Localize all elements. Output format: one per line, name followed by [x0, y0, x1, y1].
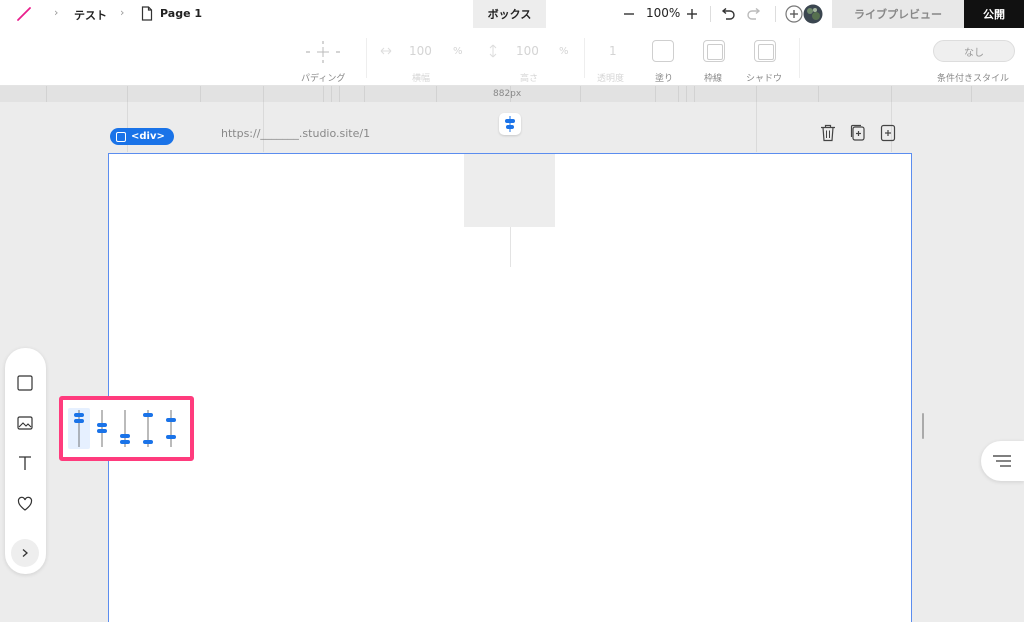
padding-label: パディング [301, 74, 346, 84]
divider [799, 38, 800, 78]
property-toolbar: パディング 100 % 横幅 100 % 高さ 1 透明度 塗り 枠線 シャドウ… [0, 28, 1024, 86]
width-label: 横幅 [412, 74, 431, 84]
align-middle-icon [97, 410, 107, 447]
align-center-icon [505, 116, 515, 132]
divider [584, 38, 585, 78]
page-icon [141, 6, 153, 21]
box-element[interactable] [464, 154, 555, 227]
add-member-icon[interactable] [785, 5, 803, 23]
add-section-icon[interactable] [880, 124, 896, 142]
shadow-label: シャドウ [746, 74, 783, 84]
opacity-label: 透明度 [597, 74, 625, 84]
avatar[interactable] [803, 4, 823, 24]
studio-logo-icon[interactable] [16, 6, 32, 22]
height-value[interactable]: 100 [516, 44, 539, 58]
image-icon[interactable] [17, 415, 33, 431]
duplicate-icon[interactable] [850, 124, 866, 142]
guide-line [756, 102, 757, 152]
canvas-width-label: 882px [493, 89, 522, 99]
element-tag: <div> [131, 131, 165, 142]
border-label: 枠線 [704, 74, 723, 84]
divider [366, 38, 367, 78]
redo-icon[interactable] [746, 8, 762, 20]
undo-icon[interactable] [720, 8, 736, 20]
page-url[interactable]: https://_______.studio.site/1 [221, 127, 370, 140]
width-icon [380, 47, 392, 55]
vertical-alignment-popup [59, 396, 194, 461]
align-center-button[interactable] [499, 113, 521, 135]
fill-label: 塗り [655, 74, 674, 84]
height-icon [489, 44, 497, 58]
align-space-between-icon [143, 410, 153, 447]
border-swatch[interactable] [703, 40, 725, 62]
align-bottom-option[interactable] [114, 408, 136, 449]
shadow-swatch[interactable] [754, 40, 776, 62]
top-bar: › テスト › Page 1 ボックス 100% ライブプレビュー 公開 [0, 0, 1024, 28]
align-space-around-icon [166, 410, 176, 447]
layers-icon [993, 455, 1011, 467]
conditional-style-label: 条件付きスタイル [937, 74, 1010, 84]
align-space-between-option[interactable] [137, 408, 159, 449]
divider [710, 6, 711, 22]
breadcrumb-page[interactable]: Page 1 [160, 7, 202, 20]
divider [775, 6, 776, 22]
box-icon[interactable] [17, 375, 33, 391]
zoom-out-icon[interactable] [623, 8, 635, 20]
live-preview-button[interactable]: ライブプレビュー [832, 0, 964, 28]
chevron-right-icon: › [120, 6, 125, 19]
layers-panel-button[interactable] [981, 441, 1024, 481]
box-icon [116, 131, 126, 142]
heart-icon[interactable] [17, 496, 33, 512]
expand-toolbar-button[interactable] [11, 539, 39, 567]
left-toolbar [5, 348, 46, 574]
height-label: 高さ [520, 74, 539, 84]
zoom-level[interactable]: 100% [646, 6, 680, 20]
breadcrumb-project[interactable]: テスト [74, 7, 107, 23]
zoom-in-icon[interactable] [686, 8, 698, 20]
conditional-style-select[interactable]: なし [933, 40, 1015, 62]
page-canvas[interactable] [108, 153, 912, 622]
width-unit[interactable]: % [453, 46, 463, 57]
selected-element-badge[interactable]: <div> [110, 128, 174, 145]
resize-handle[interactable] [922, 413, 924, 439]
fill-swatch[interactable] [652, 40, 674, 62]
height-unit[interactable]: % [559, 46, 569, 57]
tab-box[interactable]: ボックス [473, 0, 546, 28]
align-top-icon [74, 410, 84, 447]
width-value[interactable]: 100 [409, 44, 432, 58]
opacity-value[interactable]: 1 [609, 44, 617, 58]
chevron-right-icon [22, 549, 28, 557]
padding-control-icon[interactable] [304, 39, 342, 65]
align-top-option[interactable] [68, 408, 90, 449]
text-icon[interactable] [17, 455, 33, 471]
chevron-right-icon: › [54, 6, 59, 19]
guide-line [510, 227, 511, 267]
align-middle-option[interactable] [91, 408, 113, 449]
publish-button[interactable]: 公開 [964, 0, 1024, 28]
align-space-around-option[interactable] [160, 408, 182, 449]
align-bottom-icon [120, 410, 130, 447]
trash-icon[interactable] [820, 124, 836, 142]
